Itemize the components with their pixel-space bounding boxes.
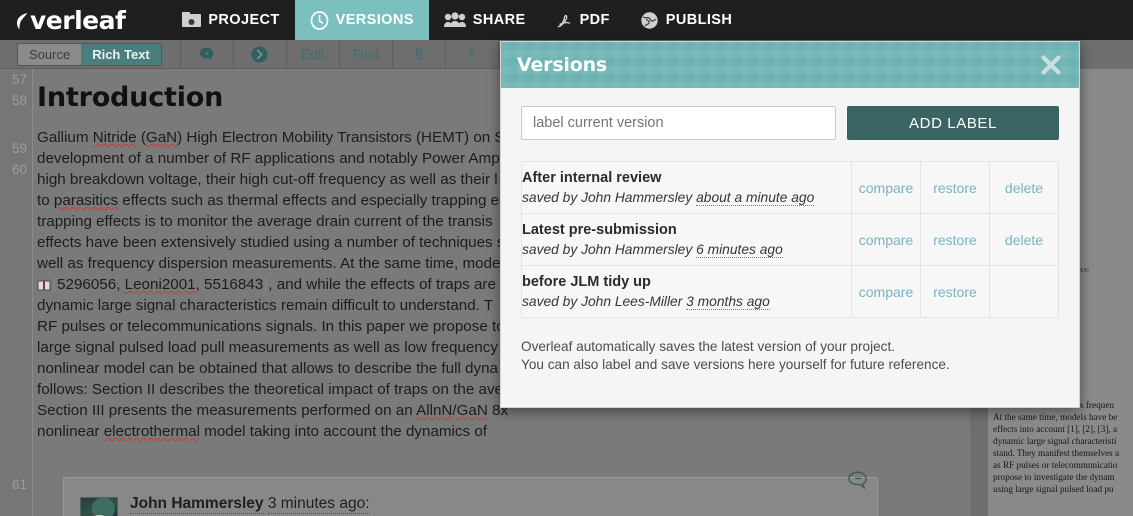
nav-item-project[interactable]: PROJECT — [167, 0, 294, 40]
find-button[interactable]: Find — [340, 40, 392, 69]
version-time: 3 months ago — [686, 293, 770, 310]
version-info-cell: Latest pre-submission saved by John Hamm… — [521, 213, 852, 266]
comment-author: John Hammersley — [130, 495, 264, 514]
table-row[interactable]: Latest pre-submission saved by John Hamm… — [521, 213, 1059, 266]
line-number: 57 — [11, 72, 27, 87]
modal-title: Versions — [517, 54, 608, 76]
subsection-button[interactable]: § — [446, 40, 498, 69]
version-info-cell: before JLM tidy up saved by John Lees-Mi… — [521, 265, 852, 318]
version-author: John Lees-Miller — [581, 293, 683, 309]
table-row[interactable]: After internal review saved by John Hamm… — [521, 161, 1059, 214]
people-icon — [443, 12, 466, 28]
pdf-icon — [556, 12, 573, 29]
leaf-icon — [16, 8, 29, 29]
add-label-button[interactable]: ADD LABEL — [847, 106, 1059, 140]
version-time: about a minute ago — [696, 189, 815, 206]
nav-label: PDF — [579, 12, 610, 28]
overleaf-logo[interactable]: verleaf — [16, 5, 126, 35]
version-name: Latest pre-submission — [522, 221, 677, 238]
citation-icon — [37, 276, 51, 295]
line-number-gutter: 57 58 59 60 61 — [0, 69, 33, 516]
compare-link[interactable]: compare — [851, 161, 921, 214]
pdf-body-line: as RF pulses or telecommunicatio — [993, 460, 1118, 470]
pdf-body-line: propose to investigate the dynam — [993, 472, 1115, 482]
restore-link[interactable]: restore — [920, 265, 990, 318]
pdf-body-line: using large signal pulsed load pu — [993, 484, 1114, 494]
line-number: 61 — [11, 477, 27, 492]
pdf-body-line: effects into account [1], [2], [3], a — [993, 424, 1118, 434]
comment-header: John Hammersley 3 minutes ago: — [130, 495, 370, 514]
pdf-body-line: stand. They manifest themselves a — [993, 448, 1120, 458]
delete-link[interactable]: delete — [989, 213, 1059, 266]
version-meta: saved by John Hammersley about a minute … — [522, 188, 851, 207]
chevron-circle-icon[interactable] — [234, 40, 286, 69]
richtext-mode-button[interactable]: Rich Text — [81, 43, 161, 65]
nav-item-versions[interactable]: VERSIONS — [294, 0, 429, 40]
version-meta: saved by John Lees-Miller 3 months ago — [522, 292, 851, 311]
version-info-cell: After internal review saved by John Hamm… — [521, 161, 852, 214]
saved-by-prefix: saved by — [522, 241, 578, 257]
saved-by-prefix: saved by — [522, 189, 578, 205]
line-number: 59 — [11, 141, 27, 156]
folder-icon — [182, 12, 202, 28]
close-icon[interactable] — [1037, 51, 1065, 79]
version-author: John Hammersley — [581, 189, 693, 205]
label-version-row: ADD LABEL — [521, 106, 1059, 140]
label-version-input[interactable] — [521, 106, 836, 140]
delete-link[interactable]: delete — [989, 161, 1059, 214]
compare-link[interactable]: compare — [851, 265, 921, 318]
source-richtext-toggle[interactable]: Source Rich Text — [17, 42, 162, 66]
svg-text:+: + — [205, 50, 209, 57]
version-name: before JLM tidy up — [522, 273, 651, 290]
clock-icon — [310, 10, 329, 30]
modal-footer: Overleaf automatically saves the latest … — [501, 318, 1079, 374]
modal-header: Versions — [501, 42, 1079, 88]
nav-item-share[interactable]: SHARE — [429, 0, 541, 40]
top-navigation-bar: verleaf PROJECT VERSIONS SHARE PDF PUBLI… — [0, 0, 1133, 40]
version-meta: saved by John Hammersley 6 minutes ago — [522, 240, 851, 259]
edit-button[interactable]: Edit — [287, 40, 339, 69]
compare-link[interactable]: compare — [851, 213, 921, 266]
nav-item-pdf[interactable]: PDF — [541, 0, 625, 40]
pdf-body-line: dynamic large signal characteristi — [993, 436, 1117, 446]
comment-icon[interactable]: + — [181, 40, 233, 69]
version-time: 6 minutes ago — [696, 241, 783, 258]
nav-label: SHARE — [472, 12, 526, 28]
restore-link[interactable]: restore — [920, 161, 990, 214]
modal-body: ADD LABEL After internal review saved by… — [501, 88, 1079, 318]
section-button[interactable]: § — [393, 40, 445, 69]
nav-label: PROJECT — [208, 12, 280, 28]
restore-link[interactable]: restore — [920, 213, 990, 266]
nav-label: PUBLISH — [665, 12, 733, 28]
saved-by-prefix: saved by — [522, 293, 578, 309]
delete-link-empty — [989, 265, 1059, 318]
comment-timestamp: 3 minutes ago: — [267, 495, 370, 514]
version-author: John Hammersley — [581, 241, 693, 257]
comment-bubble-icon — [848, 471, 868, 494]
footer-line-1: Overleaf automatically saves the latest … — [521, 339, 896, 354]
versions-table: After internal review saved by John Hamm… — [521, 161, 1059, 318]
nav-label: VERSIONS — [335, 12, 414, 28]
nav-item-publish[interactable]: PUBLISH — [625, 0, 747, 40]
comment-thread[interactable]: John Hammersley 3 minutes ago: Can we ad… — [63, 471, 878, 516]
line-number: 60 — [11, 162, 27, 177]
versions-modal: Versions ADD LABEL After internal review… — [500, 41, 1080, 408]
pdf-body-line: At the same time, models have be — [993, 412, 1118, 422]
table-row[interactable]: before JLM tidy up saved by John Lees-Mi… — [521, 265, 1059, 318]
line-number: 58 — [11, 93, 27, 108]
doc-line: nonlinear electrothermal model taking in… — [37, 423, 487, 440]
footer-line-2: You can also label and save versions her… — [521, 357, 950, 372]
source-mode-button[interactable]: Source — [18, 43, 82, 65]
avatar — [80, 497, 118, 516]
version-name: After internal review — [522, 169, 662, 186]
globe-icon — [640, 11, 659, 30]
logo-text: verleaf — [30, 5, 126, 35]
